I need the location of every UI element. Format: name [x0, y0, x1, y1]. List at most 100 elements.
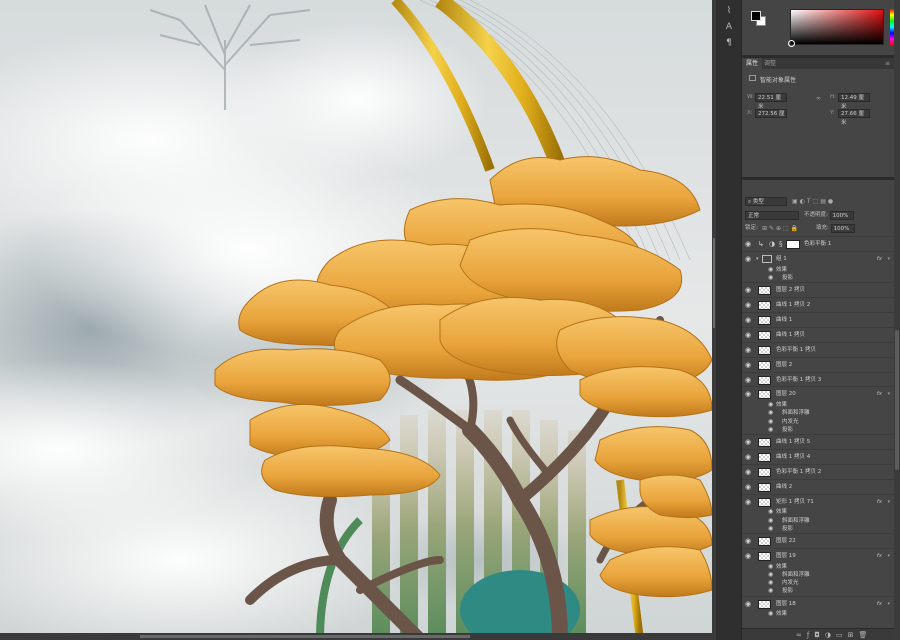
- blend-mode-dropdown[interactable]: 正常: [745, 211, 799, 220]
- blend-mode[interactable]: 正常: [745, 211, 799, 220]
- effect-row[interactable]: ◉ 效果: [742, 508, 894, 516]
- layer-row[interactable]: ◉ 图层 2: [742, 356, 894, 372]
- layer-thumbnail[interactable]: [758, 345, 771, 355]
- add-mask-icon[interactable]: ◘: [814, 631, 825, 639]
- paragraph-icon[interactable]: ¶: [722, 36, 736, 50]
- effect-row[interactable]: ◉ 内发光: [742, 579, 894, 587]
- visibility-eye-icon[interactable]: ◉: [768, 508, 773, 516]
- layer-filter-dropdown[interactable]: ⌕ 类型: [745, 197, 787, 206]
- layer-mask-thumbnail[interactable]: [786, 240, 800, 249]
- new-group-icon[interactable]: ▭: [836, 631, 848, 639]
- character-icon[interactable]: A: [722, 20, 736, 34]
- layer-row[interactable]: ◉ 色彩平衡 1 拷贝 3: [742, 371, 894, 387]
- layer-row[interactable]: ◉ ▾ 组 1 fx ▾: [742, 250, 894, 266]
- color-picker-field[interactable]: [788, 9, 884, 47]
- layer-thumbnail[interactable]: [758, 452, 771, 462]
- visibility-eye-icon[interactable]: ◉: [745, 387, 753, 401]
- effect-row[interactable]: ◉ 投影: [742, 525, 894, 533]
- visibility-eye-icon[interactable]: ◉: [745, 358, 753, 372]
- link-layers-icon[interactable]: ∞: [796, 631, 807, 639]
- layer-row[interactable]: ◉ 矩形 1 拷贝 71 fx ▾: [742, 493, 894, 509]
- visibility-eye-icon[interactable]: ◉: [745, 237, 753, 251]
- visibility-eye-icon[interactable]: ◉: [745, 450, 753, 464]
- effect-row[interactable]: ◉ 斜面和浮雕: [742, 571, 894, 579]
- effect-row[interactable]: ◉ 投影: [742, 426, 894, 434]
- document-canvas[interactable]: [0, 0, 716, 640]
- fx-badge[interactable]: fx: [877, 549, 882, 563]
- layer-row[interactable]: ◉ 曲线 1 拷贝 5: [742, 434, 894, 449]
- canvas-horizontal-scrollbar[interactable]: [0, 633, 712, 640]
- visibility-eye-icon[interactable]: ◉: [768, 409, 773, 417]
- fx-badge[interactable]: fx: [877, 252, 882, 266]
- visibility-eye-icon[interactable]: ◉: [768, 571, 773, 579]
- x-input[interactable]: 272.56 厘: [755, 109, 787, 118]
- effect-row[interactable]: ◉ 投影: [742, 274, 894, 282]
- effect-row[interactable]: ◉ 内发光: [742, 418, 894, 426]
- expand-effects-icon[interactable]: ▾: [887, 549, 890, 563]
- layer-row[interactable]: ◉ 图层 20 fx ▾: [742, 386, 894, 401]
- layer-thumbnail[interactable]: [758, 301, 771, 311]
- width-input[interactable]: 22.51 厘米: [755, 93, 787, 110]
- layer-thumbnail[interactable]: [758, 390, 771, 400]
- layer-filter[interactable]: ⌕ 类型: [745, 197, 787, 206]
- layer-thumbnail[interactable]: [758, 438, 771, 448]
- layer-thumbnail[interactable]: [758, 360, 771, 370]
- layer-row[interactable]: ◉ 曲线 2: [742, 478, 894, 494]
- visibility-eye-icon[interactable]: ◉: [745, 597, 753, 611]
- new-adjustment-icon[interactable]: ◑: [825, 631, 836, 639]
- canvas-vertical-scroll-thumb[interactable]: [713, 238, 715, 328]
- effect-row[interactable]: ◉ 效果: [742, 610, 894, 618]
- layer-row[interactable]: ◉ 色彩平衡 1 拷贝: [742, 341, 894, 357]
- layer-row[interactable]: ◉ 曲线 1: [742, 311, 894, 327]
- delete-layer-icon[interactable]: 🗑: [858, 631, 872, 639]
- visibility-eye-icon[interactable]: ◉: [768, 418, 773, 426]
- effect-row[interactable]: ◉ 斜面和浮雕: [742, 409, 894, 417]
- visibility-eye-icon[interactable]: ◉: [768, 266, 773, 274]
- visibility-eye-icon[interactable]: ◉: [745, 343, 753, 357]
- fx-badge[interactable]: fx: [877, 495, 882, 509]
- y-input[interactable]: 27.66 厘米: [838, 109, 870, 126]
- layer-row[interactable]: ◉ 图层 19 fx ▾: [742, 547, 894, 563]
- canvas-horizontal-scroll-thumb[interactable]: [140, 635, 470, 638]
- expand-caret-icon[interactable]: ▾: [756, 252, 759, 266]
- effect-row[interactable]: ◉ 效果: [742, 266, 894, 274]
- visibility-eye-icon[interactable]: ◉: [745, 328, 753, 342]
- visibility-eye-icon[interactable]: ◉: [745, 252, 753, 266]
- layers-scroll-thumb[interactable]: [895, 330, 899, 470]
- layer-thumbnail[interactable]: [758, 286, 771, 296]
- fill-control[interactable]: 填充: 100%: [816, 224, 855, 233]
- visibility-eye-icon[interactable]: ◉: [745, 313, 753, 327]
- visibility-eye-icon[interactable]: ◉: [745, 373, 753, 387]
- visibility-eye-icon[interactable]: ◉: [745, 465, 753, 479]
- visibility-eye-icon[interactable]: ◉: [768, 525, 773, 533]
- layer-row[interactable]: ◉ 图层 2 拷贝: [742, 282, 894, 297]
- effect-row[interactable]: ◉ 效果: [742, 401, 894, 409]
- layer-thumbnail[interactable]: [758, 482, 771, 492]
- layer-row[interactable]: ◉ 色彩平衡 1 拷贝 2: [742, 463, 894, 479]
- visibility-eye-icon[interactable]: ◉: [768, 426, 773, 434]
- link-icon[interactable]: ∞: [816, 95, 826, 102]
- visibility-eye-icon[interactable]: ◉: [768, 579, 773, 587]
- visibility-eye-icon[interactable]: ◉: [745, 298, 753, 312]
- expand-effects-icon[interactable]: ▾: [887, 597, 890, 611]
- layer-thumbnail[interactable]: [758, 330, 771, 340]
- visibility-eye-icon[interactable]: ◉: [745, 495, 753, 509]
- layer-row[interactable]: ◉ 曲线 1 拷贝 4: [742, 448, 894, 464]
- new-layer-icon[interactable]: ⊞: [848, 631, 859, 639]
- layer-row[interactable]: ◉ 图层 22: [742, 533, 894, 548]
- x-field[interactable]: X: 272.56 厘: [747, 109, 787, 118]
- layer-filter-icons[interactable]: ▣◐T⬚▤●: [792, 197, 835, 206]
- layer-row[interactable]: ◉ ↳ ◑ § 色彩平衡 1: [742, 236, 894, 251]
- visibility-eye-icon[interactable]: ◉: [768, 517, 773, 525]
- layer-thumbnail[interactable]: [758, 497, 771, 507]
- opacity-control[interactable]: 不透明度: 100%: [804, 211, 854, 220]
- brush-settings-icon[interactable]: ⌇: [722, 4, 736, 18]
- fx-badge[interactable]: fx: [877, 387, 882, 401]
- layer-thumbnail[interactable]: [758, 551, 771, 561]
- layer-row[interactable]: ◉ 图层 18 fx ▾: [742, 595, 894, 611]
- height-input[interactable]: 12.49 厘米: [838, 93, 870, 110]
- visibility-eye-icon[interactable]: ◉: [745, 480, 753, 494]
- height-field[interactable]: H: 12.49 厘米: [830, 93, 870, 110]
- lock-icons[interactable]: ⊞✎⊕⬚🔒: [762, 224, 800, 233]
- effect-row[interactable]: ◉ 斜面和浮雕: [742, 517, 894, 525]
